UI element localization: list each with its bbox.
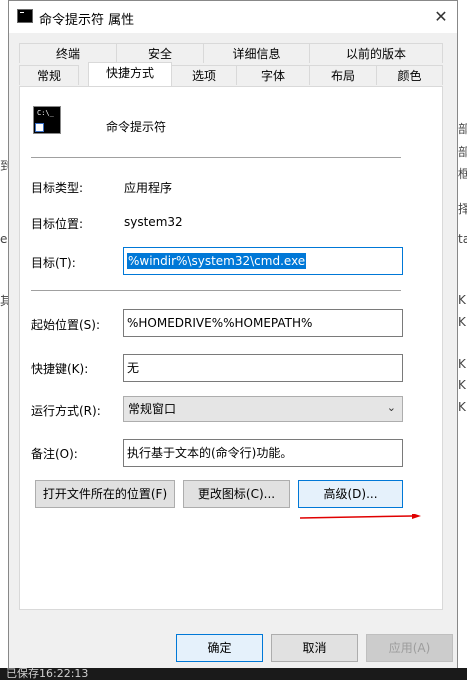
- comment-label: 备注(O):: [31, 447, 78, 461]
- target-type-value: 应用程序: [124, 181, 173, 195]
- target-label: 目标(T):: [31, 256, 76, 270]
- tab-details[interactable]: 详细信息: [203, 43, 310, 63]
- tab-layout[interactable]: 布局: [309, 65, 377, 85]
- tab-shortcut[interactable]: 快捷方式: [88, 62, 172, 86]
- run-value: 常规窗口: [128, 402, 177, 416]
- cmd-icon: C:\_: [33, 106, 61, 134]
- divider: [31, 157, 401, 158]
- icon-text: C:\_: [37, 109, 54, 117]
- tab-font[interactable]: 字体: [236, 65, 310, 85]
- start-in-label: 起始位置(S):: [31, 318, 101, 332]
- run-select[interactable]: 常规窗口 ⌄: [123, 396, 403, 422]
- background-status-text: 已保存16:22:13: [6, 667, 89, 680]
- divider: [31, 290, 401, 291]
- window-title: 命令提示符 属性: [39, 13, 135, 28]
- background-text: 框: [458, 167, 467, 181]
- title-bar[interactable]: 命令提示符 属性 ✕: [9, 1, 457, 33]
- cancel-button[interactable]: 取消: [271, 634, 358, 662]
- tab-colors[interactable]: 颜色: [376, 65, 443, 85]
- ok-button[interactable]: 确定: [176, 634, 263, 662]
- background-text: 部: [458, 145, 467, 159]
- shortcut-arrow-icon: [35, 123, 44, 132]
- close-button[interactable]: ✕: [427, 5, 455, 29]
- target-type-label: 目标类型:: [31, 181, 84, 195]
- target-input[interactable]: %windir%\system32\cmd.exe: [123, 247, 403, 275]
- start-in-input[interactable]: %HOMEDRIVE%%HOMEPATH%: [123, 309, 403, 337]
- annotation-arrow: [300, 514, 421, 519]
- background-text: ta: [458, 232, 467, 246]
- tab-terminal[interactable]: 终端: [19, 43, 117, 63]
- background-text: K: [458, 400, 466, 414]
- tab-security[interactable]: 安全: [116, 43, 204, 63]
- target-location-value: system32: [124, 215, 183, 229]
- hotkey-label: 快捷键(K):: [31, 362, 89, 376]
- shortcut-name: 命令提示符: [106, 120, 167, 134]
- tab-options[interactable]: 选项: [171, 65, 237, 85]
- background-text: K: [458, 315, 466, 329]
- background-text: 部: [458, 122, 467, 136]
- hotkey-input[interactable]: 无: [123, 354, 403, 382]
- comment-input[interactable]: 执行基于文本的(命令行)功能。: [123, 439, 403, 467]
- shortcut-panel: [19, 86, 443, 610]
- tab-previous-versions[interactable]: 以前的版本: [309, 43, 443, 63]
- advanced-button[interactable]: 高级(D)...: [298, 480, 403, 508]
- apply-button[interactable]: 应用(A): [366, 634, 453, 662]
- open-file-location-button[interactable]: 打开文件所在的位置(F): [35, 480, 175, 508]
- close-icon: ✕: [434, 7, 448, 26]
- run-label: 运行方式(R):: [31, 404, 101, 418]
- tab-general[interactable]: 常规: [19, 65, 79, 85]
- background-text: K: [458, 378, 466, 392]
- background-text: K: [458, 357, 466, 371]
- target-location-label: 目标位置:: [31, 217, 84, 231]
- chevron-down-icon: ⌄: [386, 401, 396, 414]
- background-text: 择: [458, 202, 467, 216]
- background-text: K: [458, 293, 466, 307]
- target-value: %windir%\system32\cmd.exe: [127, 253, 307, 269]
- cmd-icon: [17, 9, 33, 23]
- change-icon-button[interactable]: 更改图标(C)...: [183, 480, 290, 508]
